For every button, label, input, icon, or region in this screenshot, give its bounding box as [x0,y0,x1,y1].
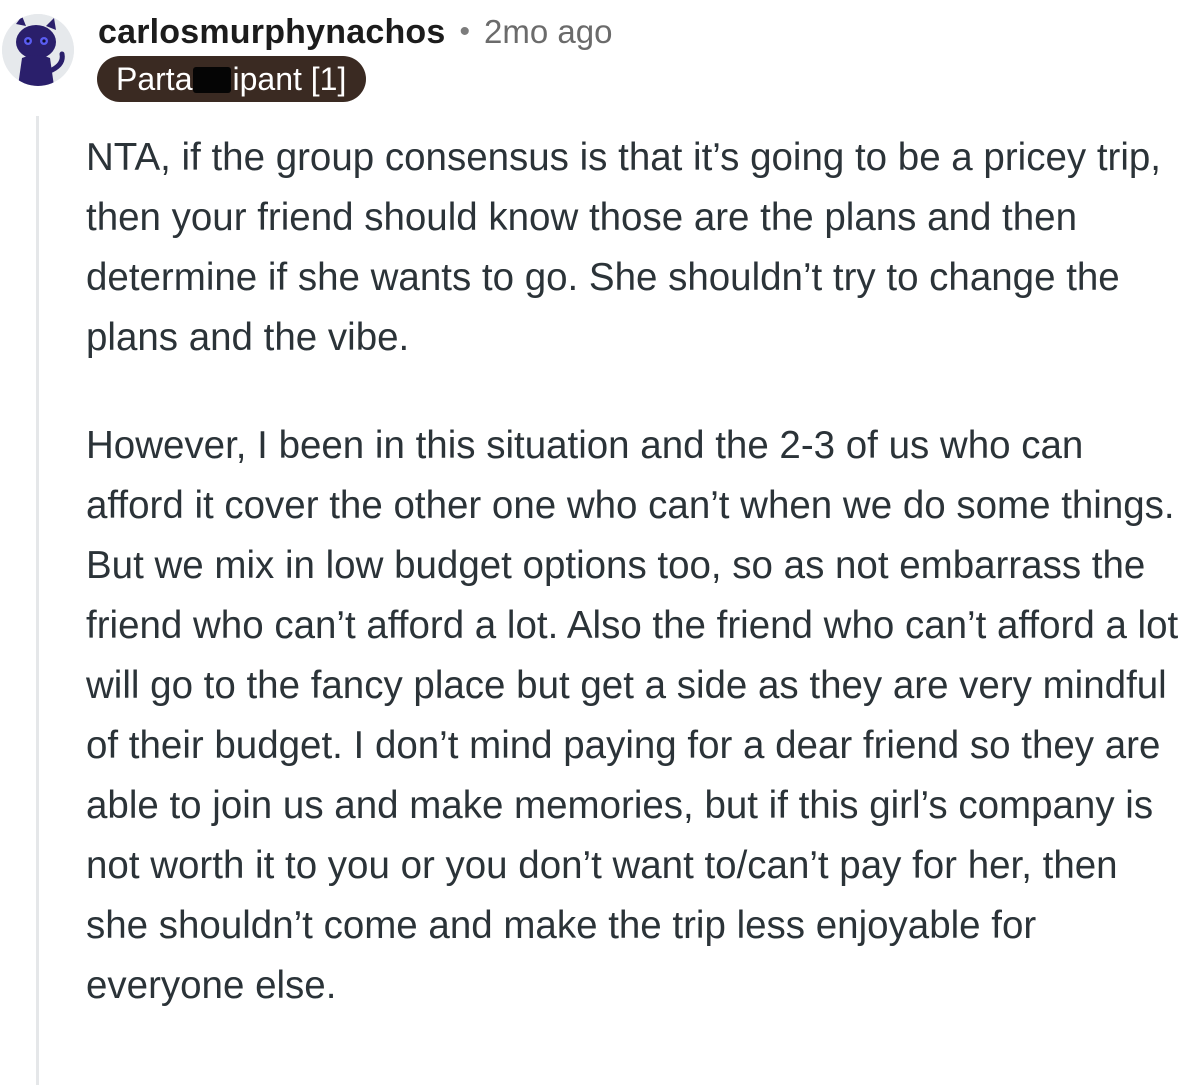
flair-text-start: Parta [116,61,193,97]
comment-paragraph: NTA, if the group consensus is that it’s… [86,136,1161,359]
user-flair-badge: Parta ipant [1] [97,56,367,102]
avatar[interactable] [2,14,74,86]
flair-text-end: ipant [1] [232,61,347,97]
redaction-mark [193,66,232,93]
comment-body: NTA, if the group consensus is that it’s… [86,128,1181,1016]
username-link[interactable]: carlosmurphynachos [98,13,446,52]
thread-collapse-line[interactable] [36,116,39,1085]
comment-header: carlosmurphynachos • 2mo ago [98,10,612,54]
comment: carlosmurphynachos • 2mo ago Parta ipant … [0,0,1187,1085]
cat-avatar-icon [2,14,74,86]
comment-paragraph: However, I been in this situation and th… [86,424,1179,1007]
timestamp[interactable]: 2mo ago [484,13,612,51]
separator-dot: • [459,15,471,48]
